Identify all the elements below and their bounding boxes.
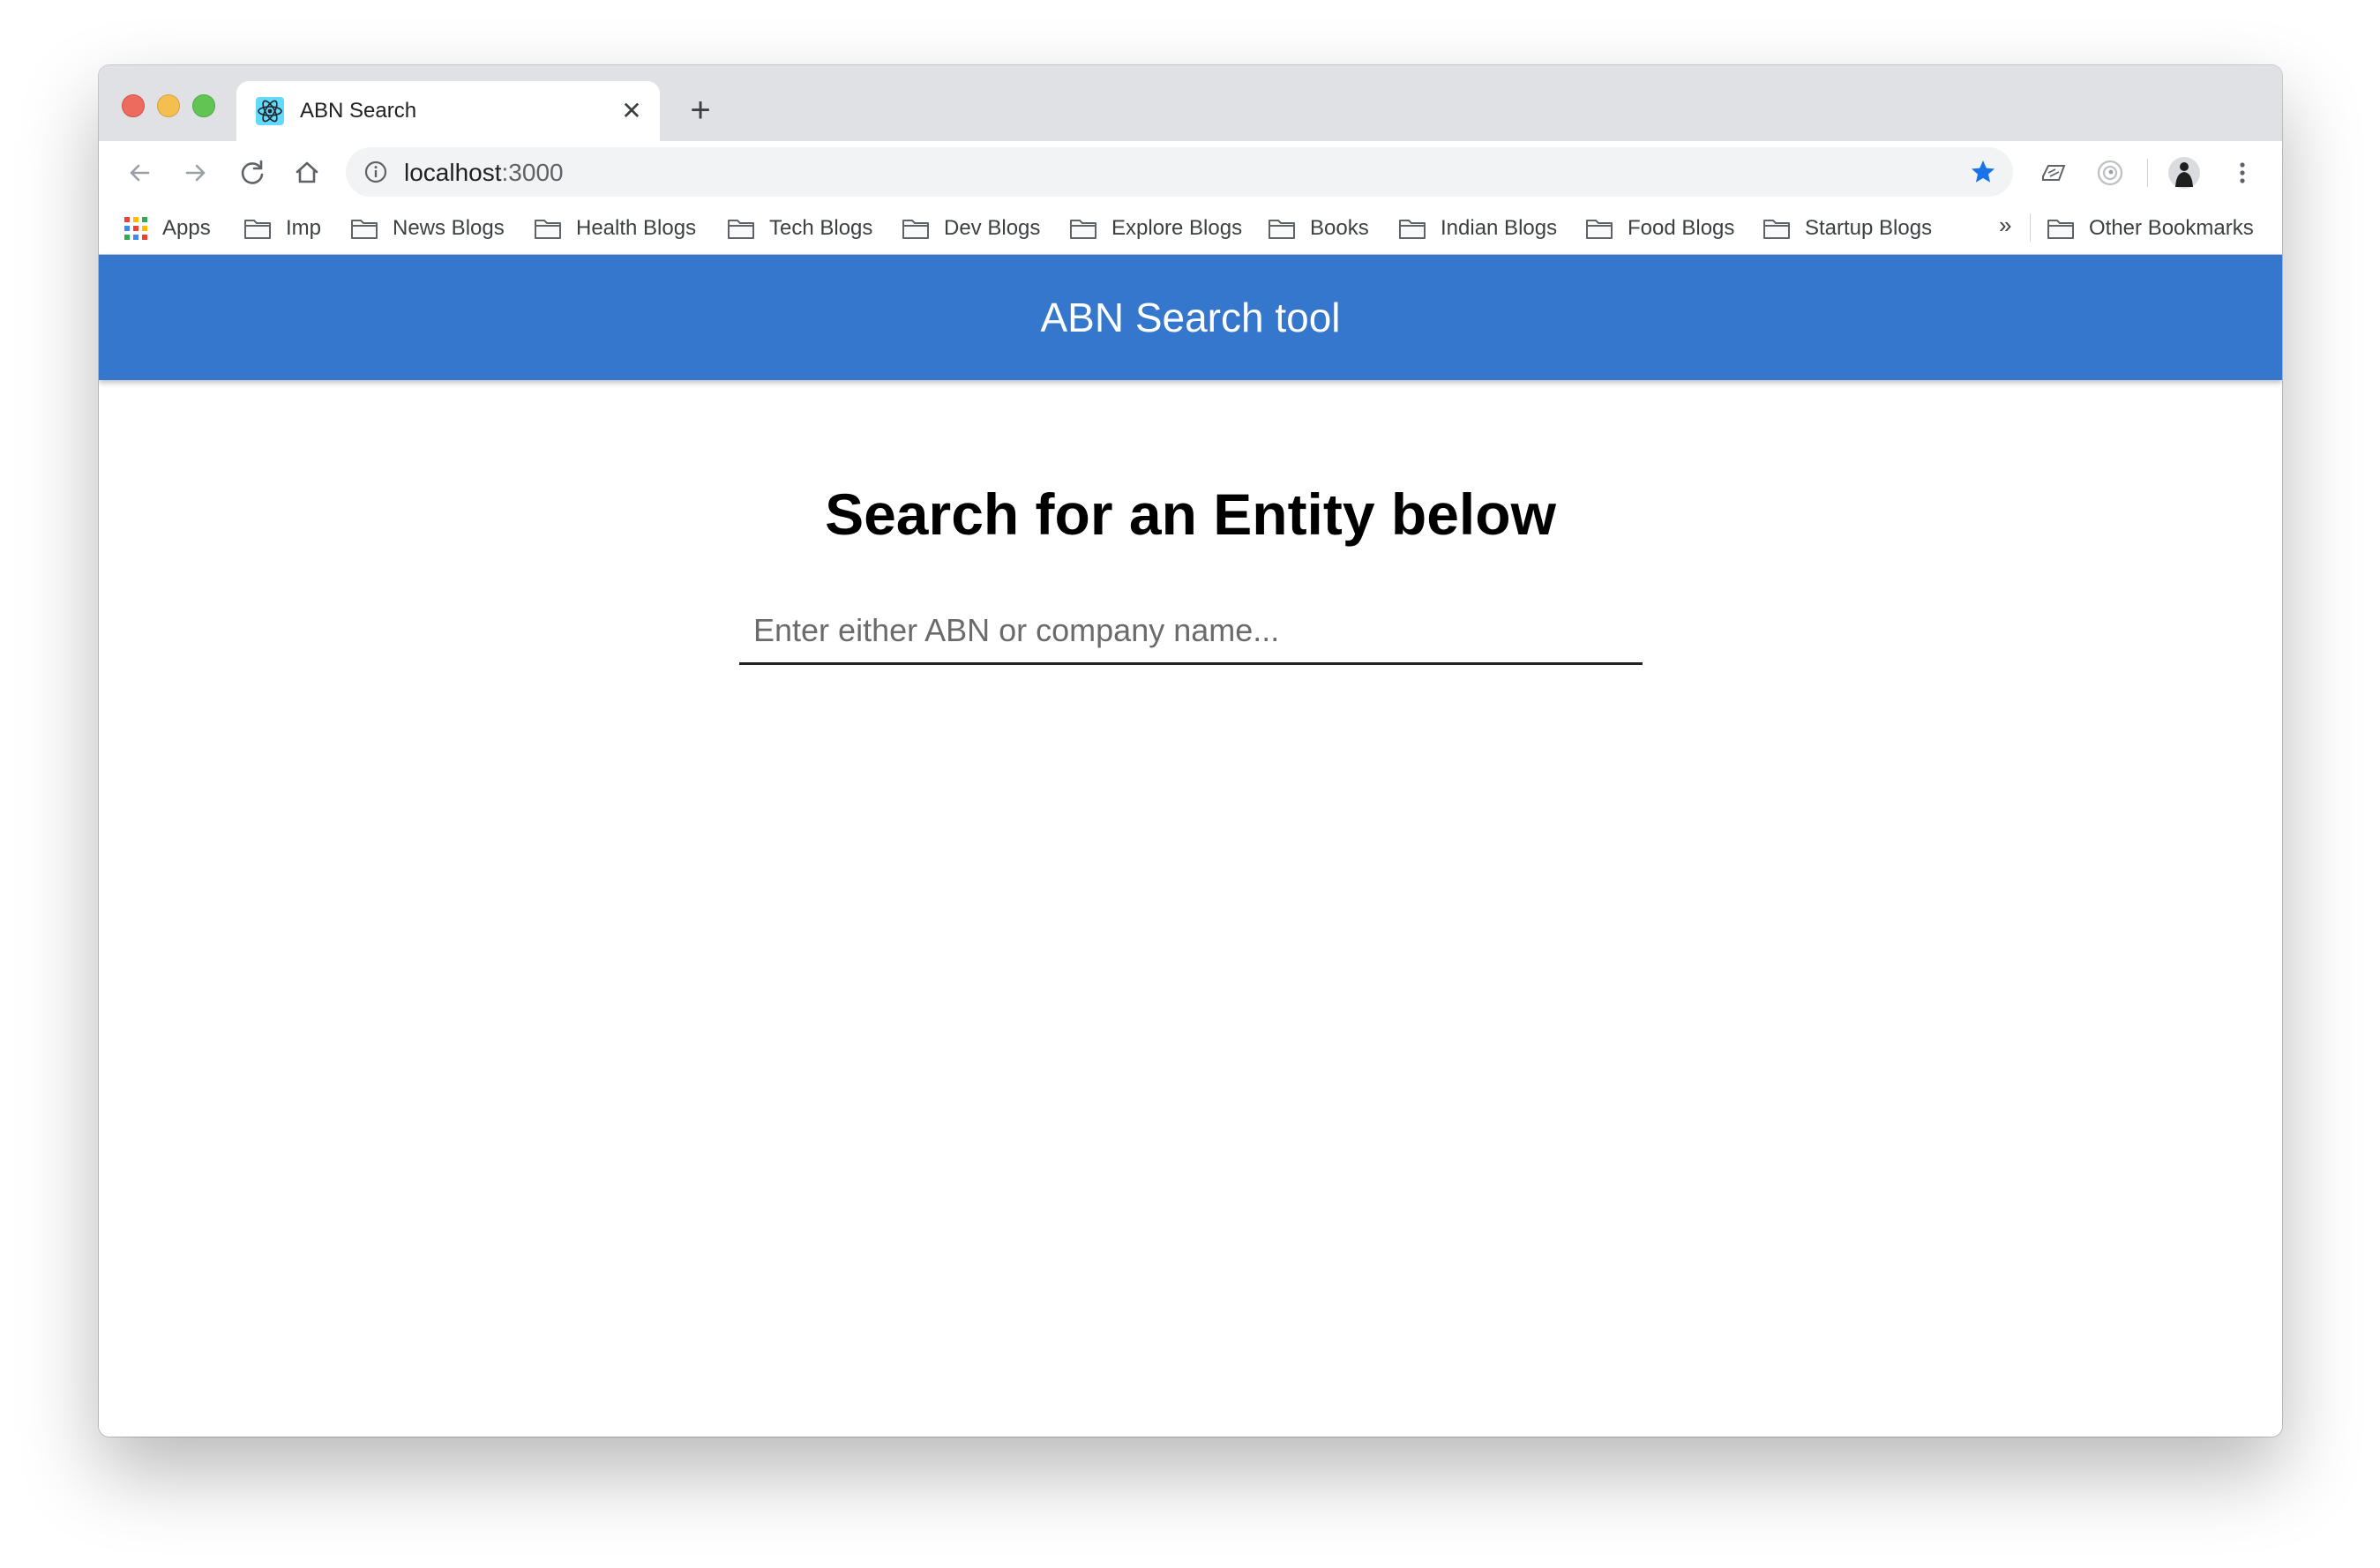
browser-tab[interactable]: ABN Search ✕ [236, 81, 660, 141]
extension-icon[interactable] [2036, 155, 2071, 190]
address-bar[interactable]: localhost:3000 [346, 147, 2013, 197]
forward-arrow-icon[interactable] [178, 155, 213, 190]
app-title: ABN Search tool [1040, 295, 1341, 340]
bookmark-label: Books [1310, 216, 1369, 240]
bookmark-label: Food Blogs [1628, 216, 1735, 240]
maximize-window-button[interactable] [192, 94, 215, 117]
folder-icon [351, 220, 378, 239]
new-tab-button[interactable]: + [685, 93, 716, 128]
folder-icon [1070, 220, 1096, 239]
bookmark-indian-blogs[interactable]: Indian Blogs [1398, 213, 1557, 243]
app-header: ABN Search tool [99, 255, 2282, 380]
folder-icon [1586, 220, 1613, 239]
bookmarks-bar: Apps Imp News Blogs Health Blogs Tech Bl… [99, 203, 2282, 255]
tab-strip: ABN Search ✕ + [99, 65, 2282, 141]
folder-icon [244, 220, 271, 239]
folder-icon [1269, 220, 1295, 239]
avatar[interactable] [2167, 155, 2202, 190]
bookmark-label: Explore Blogs [1111, 216, 1243, 240]
bookmarks-divider [2030, 213, 2031, 242]
bookmark-explore-blogs[interactable]: Explore Blogs [1069, 213, 1242, 243]
page-title: Search for an Entity below [825, 482, 1556, 547]
page-viewport: ABN Search tool Search for an Entity bel… [99, 255, 2282, 1437]
browser-window: ABN Search ✕ + localhost:3000 Apps Imp N… [99, 65, 2282, 1437]
folder-icon [535, 220, 561, 239]
more-menu-icon[interactable] [2225, 155, 2260, 190]
folder-icon [728, 220, 754, 239]
more-bookmarks-chevron-icon[interactable]: » [1999, 212, 2011, 239]
search-input[interactable] [739, 599, 1643, 662]
tab-close-icon[interactable]: ✕ [619, 99, 644, 123]
folder-icon [1399, 220, 1426, 239]
back-arrow-icon[interactable] [122, 155, 157, 190]
bookmark-label: Health Blogs [576, 216, 697, 240]
bookmark-label: Indian Blogs [1441, 216, 1558, 240]
bookmark-star-icon[interactable] [1969, 158, 1997, 186]
url-text[interactable]: localhost:3000 [404, 159, 564, 187]
reload-icon[interactable] [235, 155, 270, 190]
home-icon[interactable] [289, 155, 325, 190]
folder-icon [1763, 220, 1790, 239]
bookmark-books[interactable]: Books [1268, 213, 1369, 243]
url-host: localhost [404, 159, 502, 186]
bookmark-tech-blogs[interactable]: Tech Blogs [727, 213, 872, 243]
bookmark-label: News Blogs [393, 216, 505, 240]
bookmark-imp[interactable]: Imp [243, 213, 321, 243]
bookmark-dev-blogs[interactable]: Dev Blogs [902, 213, 1040, 243]
screen: ABN Search ✕ + localhost:3000 Apps Imp N… [0, 0, 2380, 1568]
bookmark-news-blogs[interactable]: News Blogs [350, 213, 505, 243]
bookmark-other-bookmarks[interactable]: Other Bookmarks [2047, 213, 2254, 243]
folder-icon [902, 220, 929, 239]
tab-title: ABN Search [300, 99, 417, 123]
react-icon [256, 97, 284, 125]
bookmark-food-blogs[interactable]: Food Blogs [1585, 213, 1734, 243]
bookmark-label: Apps [162, 216, 211, 240]
toolbar-divider [2147, 159, 2148, 187]
bookmark-label: Tech Blogs [769, 216, 873, 240]
bookmark-label: Other Bookmarks [2089, 216, 2254, 240]
extension-target-icon[interactable] [2092, 155, 2128, 190]
close-window-button[interactable] [122, 94, 145, 117]
search-field [739, 599, 1643, 665]
info-icon[interactable] [363, 160, 388, 184]
bookmark-label: Imp [286, 216, 322, 240]
bookmark-startup-blogs[interactable]: Startup Blogs [1763, 213, 1932, 243]
browser-toolbar: localhost:3000 [99, 141, 2282, 203]
url-port: :3000 [501, 159, 564, 186]
bookmark-label: Startup Blogs [1805, 216, 1933, 240]
bookmark-label: Dev Blogs [944, 216, 1041, 240]
bookmark-apps[interactable]: Apps [123, 213, 211, 243]
bookmark-health-blogs[interactable]: Health Blogs [534, 213, 696, 243]
folder-icon [2047, 220, 2074, 239]
minimize-window-button[interactable] [157, 94, 180, 117]
apps-grid-icon [124, 217, 147, 240]
